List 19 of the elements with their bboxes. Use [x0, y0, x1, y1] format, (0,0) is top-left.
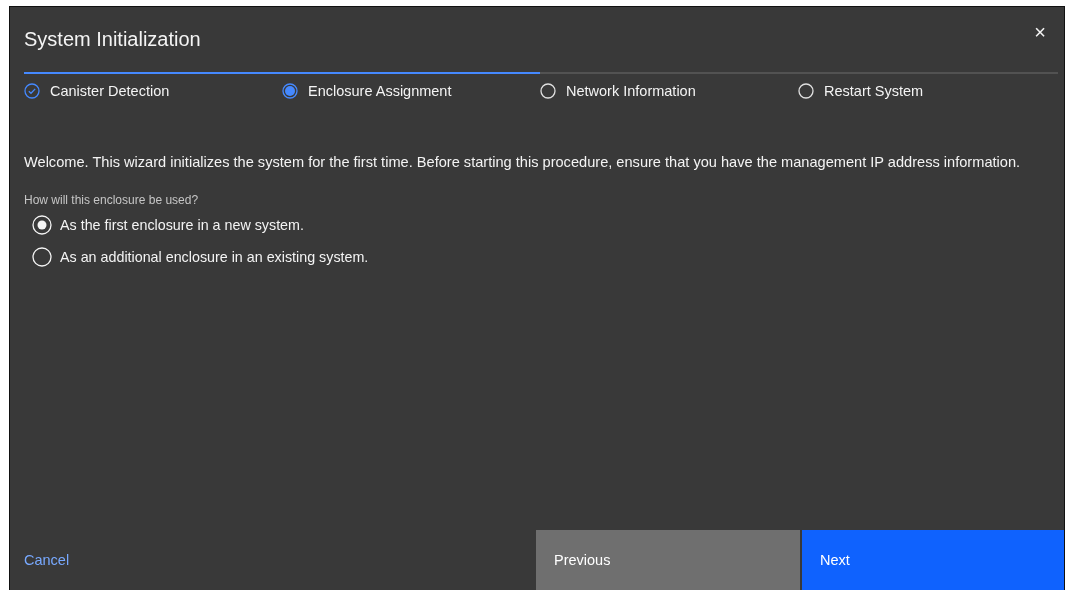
radio-button[interactable] — [32, 215, 52, 235]
step-label: Enclosure Assignment — [308, 83, 452, 99]
intro-text: Welcome. This wizard initializes the system for the first time. Before starting this procedure, ensure that you have the management IP address information. — [24, 153, 1022, 172]
current-step-icon — [282, 83, 298, 99]
step-label: Network Information — [566, 83, 696, 99]
step-label: Restart System — [824, 83, 924, 99]
close-button[interactable]: × — [1030, 22, 1050, 42]
dialog-title: System Initialization — [24, 27, 201, 51]
empty-circle-icon — [798, 83, 814, 99]
option-label: As an additional enclosure in an existing system. — [60, 249, 369, 265]
previous-button[interactable]: Previous — [536, 530, 800, 590]
next-button[interactable]: Next — [802, 530, 1064, 590]
empty-circle-icon — [540, 83, 556, 99]
checkmark-circle-icon — [24, 83, 40, 99]
option-label: As the first enclosure in a new system. — [60, 217, 304, 233]
radio-button[interactable] — [32, 247, 52, 267]
step-label: Canister Detection — [50, 83, 170, 99]
question-label: How will this enclosure be used? — [24, 193, 200, 207]
cancel-link[interactable]: Cancel — [24, 552, 70, 568]
